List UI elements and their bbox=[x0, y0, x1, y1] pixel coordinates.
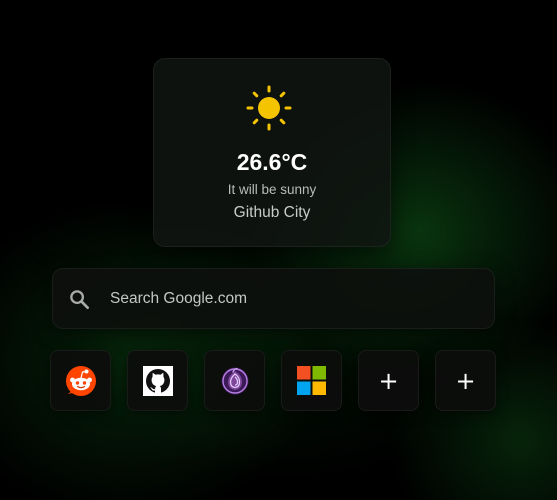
search-bar[interactable] bbox=[52, 268, 495, 329]
microsoft-icon bbox=[297, 366, 326, 395]
add-shortcut-button[interactable]: + bbox=[358, 350, 419, 411]
weather-card: 26.6°C It will be sunny Github City bbox=[153, 58, 391, 247]
sun-icon bbox=[246, 85, 292, 131]
reddit-icon bbox=[65, 365, 96, 396]
tor-onion-icon bbox=[221, 367, 248, 394]
weather-description: It will be sunny bbox=[227, 182, 317, 197]
shortcut-microsoft[interactable] bbox=[281, 350, 342, 411]
shortcut-github[interactable] bbox=[127, 350, 188, 411]
shortcut-reddit[interactable] bbox=[50, 350, 111, 411]
add-shortcut-button[interactable]: + bbox=[435, 350, 496, 411]
plus-icon: + bbox=[455, 366, 476, 395]
shortcut-tor[interactable] bbox=[204, 350, 265, 411]
temperature: 26.6°C bbox=[236, 149, 308, 175]
search-icon bbox=[70, 290, 89, 309]
plus-icon: + bbox=[378, 366, 399, 395]
search-input[interactable] bbox=[110, 286, 480, 312]
github-icon bbox=[142, 365, 173, 396]
weather-location: Github City bbox=[233, 204, 311, 221]
